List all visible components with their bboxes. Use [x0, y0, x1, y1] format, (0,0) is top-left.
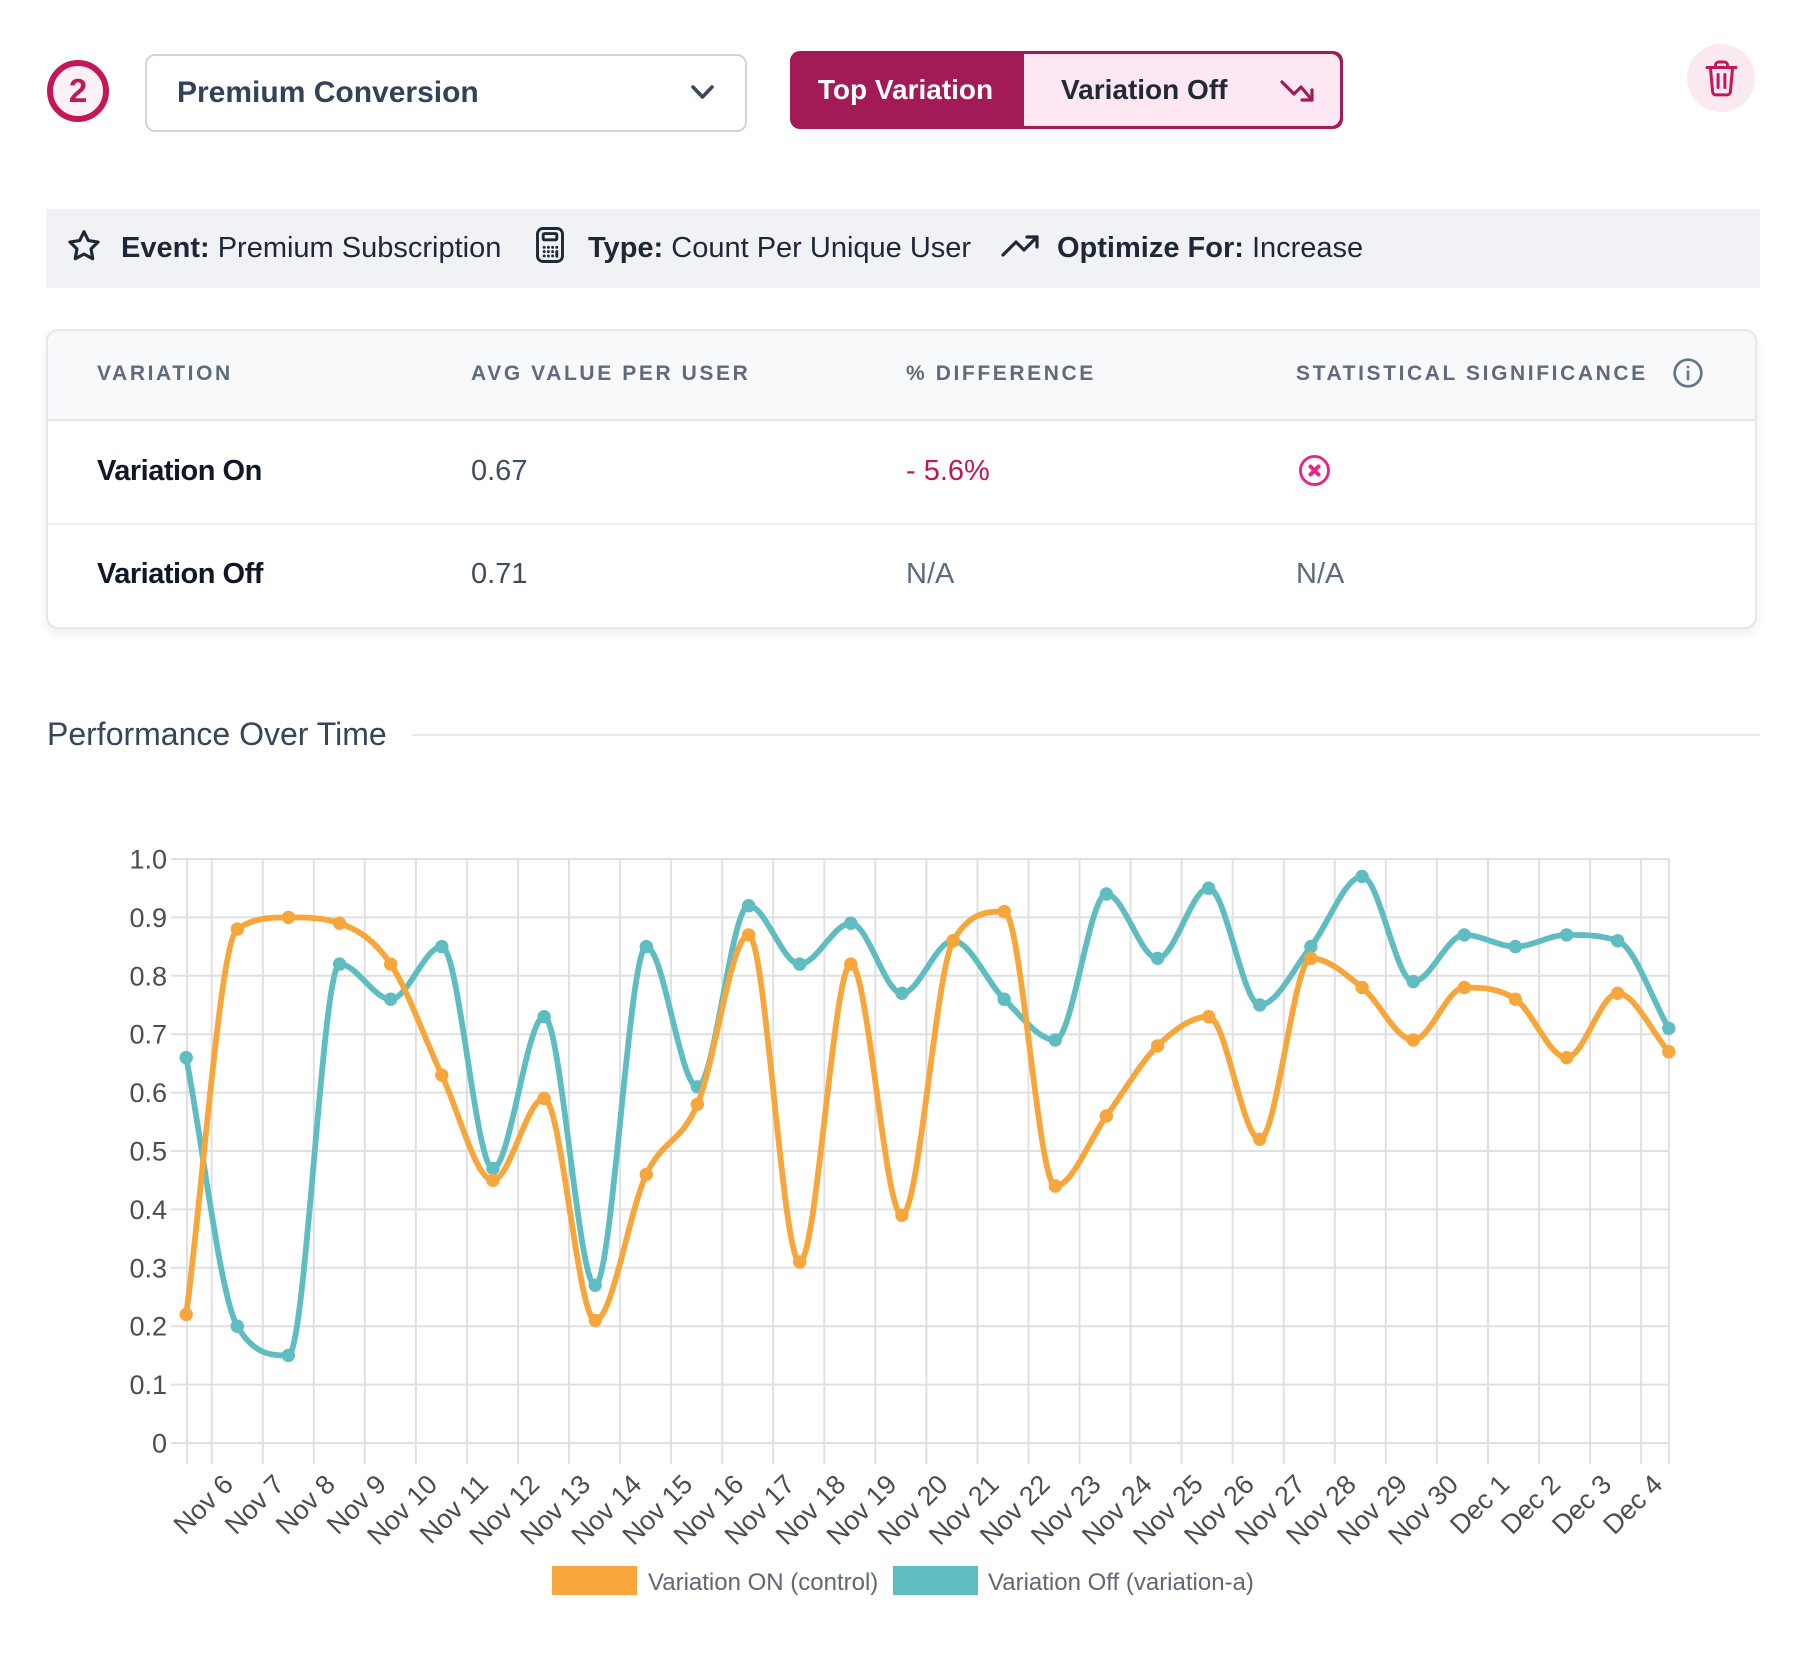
svg-text:0.4: 0.4	[129, 1195, 167, 1225]
svg-text:0.8: 0.8	[129, 961, 167, 991]
svg-text:Dec 4: Dec 4	[1597, 1469, 1668, 1540]
svg-text:0.7: 0.7	[129, 1020, 167, 1050]
svg-text:Variation ON (control): Variation ON (control)	[648, 1569, 878, 1596]
svg-text:0.2: 0.2	[129, 1312, 167, 1342]
svg-text:0.1: 0.1	[129, 1370, 167, 1400]
svg-text:0.3: 0.3	[129, 1253, 167, 1283]
svg-text:0.5: 0.5	[129, 1137, 167, 1167]
svg-text:0.6: 0.6	[129, 1078, 167, 1108]
svg-text:Variation Off (variation-a): Variation Off (variation-a)	[988, 1569, 1254, 1596]
svg-text:0.9: 0.9	[129, 903, 167, 933]
svg-text:1.0: 1.0	[129, 845, 167, 875]
svg-text:0: 0	[152, 1429, 167, 1459]
